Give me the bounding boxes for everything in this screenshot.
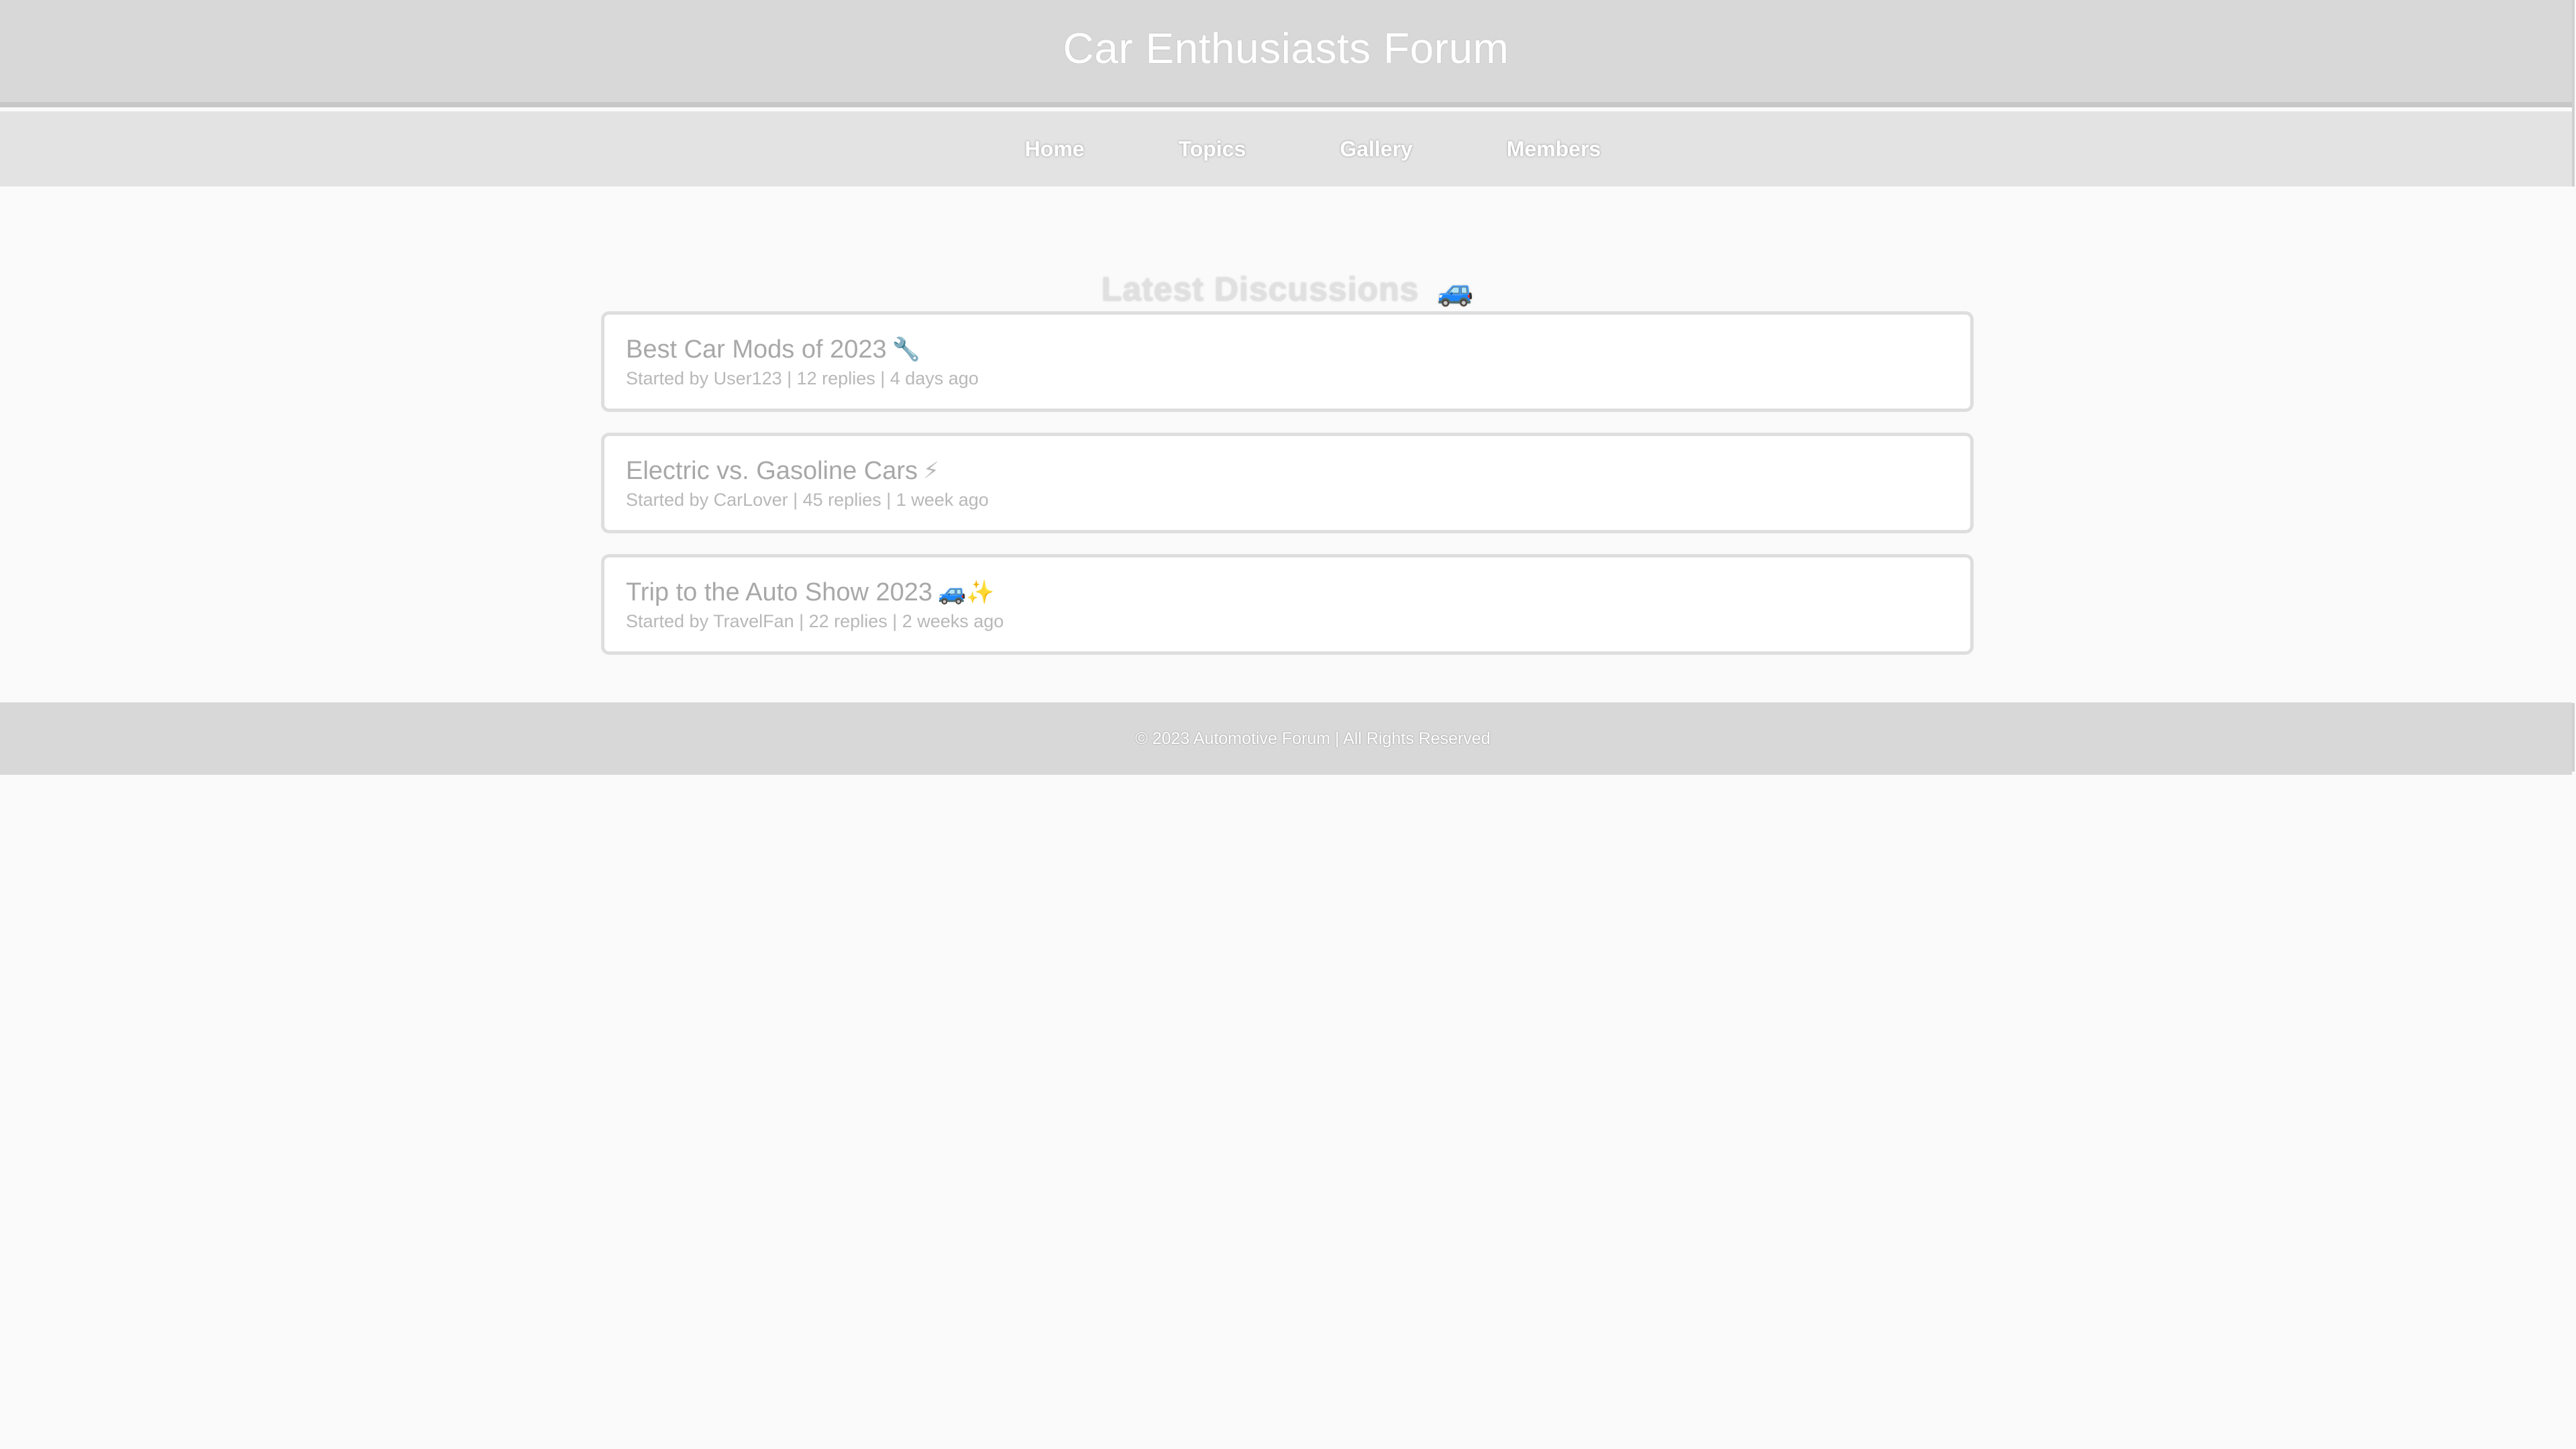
thread-title-text[interactable]: Electric vs. Gasoline Cars: [626, 456, 918, 486]
thread-card-best-car-mods[interactable]: Best Car Mods of 2023 🔧 Started by User1…: [601, 311, 1974, 412]
thread-card-trip-auto-show[interactable]: Trip to the Auto Show 2023 🚙✨ Started by…: [601, 554, 1974, 655]
thread-card-electric-vs-gasoline[interactable]: Electric vs. Gasoline Cars ⚡ Started by …: [601, 433, 1974, 533]
site-footer: © 2023 Automotive Forum | All Rights Res…: [0, 702, 2572, 775]
lightning-icon: ⚡: [923, 458, 939, 484]
thread-meta: Started by CarLover | 45 replies | 1 wee…: [626, 490, 989, 510]
thread-meta: Started by User123 | 12 replies | 4 days…: [626, 368, 979, 388]
thread-title[interactable]: Best Car Mods of 2023 🔧: [626, 335, 1970, 364]
main-content: Latest Discussions 🚙 Best Car Mods of 20…: [0, 186, 2576, 703]
thread-title[interactable]: Trip to the Auto Show 2023 🚙✨: [626, 578, 1970, 607]
thread-title-text[interactable]: Trip to the Auto Show 2023: [626, 578, 932, 607]
section-title-text: Latest Discussions: [1101, 270, 1419, 308]
nav-home-link[interactable]: Home: [978, 137, 1132, 162]
nav-topics-link[interactable]: Topics: [1132, 137, 1293, 162]
nav-gallery-link[interactable]: Gallery: [1293, 137, 1460, 162]
main-nav: Home Topics Gallery Members: [0, 111, 2572, 186]
car-speech-icon: 🚙: [1437, 274, 1475, 307]
nav-links: Home Topics Gallery Members: [978, 137, 1648, 162]
site-header: Car Enthusiasts Forum: [0, 0, 2572, 107]
car-sparkle-icon: 🚙✨: [938, 580, 995, 605]
thread-title[interactable]: Electric vs. Gasoline Cars ⚡: [626, 456, 1970, 486]
nav-members-link[interactable]: Members: [1460, 137, 1648, 162]
footer-copyright: © 2023 Automotive Forum | All Rights Res…: [1135, 729, 1491, 748]
thread-meta: Started by TravelFan | 22 replies | 2 we…: [626, 611, 1004, 631]
section-title: Latest Discussions 🚙: [0, 270, 2576, 309]
wrench-icon: 🔧: [892, 337, 920, 362]
site-title: Car Enthusiasts Forum: [1063, 24, 1509, 72]
thread-title-text[interactable]: Best Car Mods of 2023: [626, 335, 887, 364]
thread-list: Best Car Mods of 2023 🔧 Started by User1…: [601, 311, 1974, 676]
